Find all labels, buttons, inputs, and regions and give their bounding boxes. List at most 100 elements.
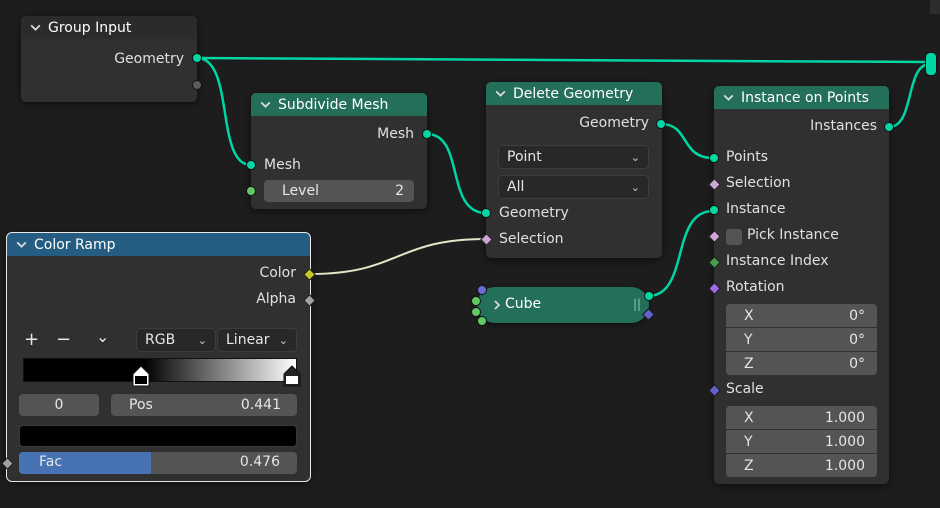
collapse-chevron-icon[interactable]: [494, 87, 507, 100]
socket-label-mesh-out: Mesh: [377, 126, 414, 142]
level-label: Level: [282, 183, 319, 199]
stop-index-value: 0: [54, 397, 64, 413]
level-input-socket[interactable]: [246, 186, 256, 196]
mode-select[interactable]: All ⌄: [498, 175, 649, 199]
points-input-socket[interactable]: [709, 153, 719, 163]
axis-label: Y: [744, 331, 753, 348]
stop-color-swatch[interactable]: [19, 425, 297, 447]
geometry-output-socket[interactable]: [192, 53, 202, 63]
instances-output-socket[interactable]: [884, 122, 894, 132]
subdivide-mesh-header[interactable]: Subdivide Mesh: [251, 93, 427, 116]
scale-y-field[interactable]: Y 1.000: [726, 430, 877, 453]
mesh-input-socket[interactable]: [246, 160, 256, 170]
chevron-down-icon: ⌄: [630, 180, 640, 194]
remove-stop-button[interactable]: −: [56, 329, 71, 350]
socket-label-selection: Selection: [726, 175, 791, 191]
rotation-vector-field[interactable]: X 0° Y 0° Z 0°: [726, 304, 877, 375]
color-mode-select[interactable]: RGB ⌄: [136, 328, 216, 352]
color-ramp-node[interactable]: Color Ramp Color Alpha + − ⌄ RGB ⌄ Linea…: [1, 232, 316, 482]
socket-label-instance: Instance: [726, 201, 786, 217]
chevron-down-icon: ⌄: [278, 333, 288, 347]
scale-x-field[interactable]: X 1.000: [726, 406, 877, 429]
collapse-chevron-icon[interactable]: [29, 21, 42, 34]
delete-geometry-node[interactable]: Delete Geometry Geometry Point ⌄ All ⌄ G…: [480, 82, 666, 258]
axis-value: 1.000: [824, 433, 865, 450]
expand-chevron-icon[interactable]: [491, 299, 503, 311]
cube-node-collapsed[interactable]: Cube ||: [477, 287, 649, 323]
group-output-stub[interactable]: [925, 52, 937, 76]
scale-vector-field[interactable]: X 1.000 Y 1.000 Z 1.000: [726, 406, 877, 477]
scale-z-field[interactable]: Z 1.000: [726, 454, 877, 477]
pick-instance-checkbox[interactable]: [726, 229, 742, 245]
group-output-node-edge: [930, 0, 940, 14]
instance-on-points-header[interactable]: Instance on Points: [714, 86, 889, 109]
link-group-geometry-to-subdivide: [196, 56, 252, 167]
chevron-down-icon: ⌄: [197, 333, 207, 347]
mode-value: All: [507, 179, 525, 195]
chevron-down-icon: ⌄: [630, 150, 640, 164]
socket-label-geometry: Geometry: [114, 51, 184, 67]
axis-label: Y: [744, 433, 753, 450]
collapse-chevron-icon[interactable]: [15, 238, 28, 251]
drag-handle-icon[interactable]: ||: [633, 297, 641, 311]
node-title: Instance on Points: [741, 89, 869, 106]
link-group-geometry-to-reroute: [196, 56, 931, 64]
socket-label-color: Color: [259, 265, 296, 281]
socket-label-alpha: Alpha: [256, 291, 296, 307]
mesh-output-socket[interactable]: [422, 129, 432, 139]
link-color-to-selection: [309, 238, 487, 275]
subdivide-mesh-node[interactable]: Subdivide Mesh Mesh Mesh Level 2: [246, 93, 432, 209]
ramp-menu-button[interactable]: ⌄: [96, 327, 109, 346]
socket-label-instance-index: Instance Index: [726, 253, 829, 269]
geometry-output-socket[interactable]: [656, 119, 666, 129]
instance-input-socket[interactable]: [709, 205, 719, 215]
add-stop-button[interactable]: +: [24, 329, 39, 350]
mesh-output-socket[interactable]: [644, 291, 654, 301]
group-input-header[interactable]: Group Input: [21, 16, 197, 39]
empty-output-socket[interactable]: [192, 80, 202, 90]
link-subdivide-to-delete: [426, 132, 487, 215]
color-ramp-header[interactable]: Color Ramp: [7, 233, 310, 256]
axis-label: X: [744, 409, 754, 426]
interpolation-select[interactable]: Linear ⌄: [217, 328, 297, 352]
interpolation-value: Linear: [226, 332, 270, 348]
fac-value: 0.476: [239, 454, 280, 470]
domain-select[interactable]: Point ⌄: [498, 145, 649, 169]
axis-value: 0°: [849, 355, 865, 372]
group-input-node[interactable]: Group Input Geometry: [21, 16, 202, 102]
node-title: Cube: [505, 296, 542, 312]
instance-on-points-node[interactable]: Instance on Points Instances Points Sele…: [708, 86, 894, 484]
link-delete-to-instance: [660, 122, 714, 160]
level-field[interactable]: Level 2: [264, 180, 414, 202]
rotation-z-field[interactable]: Z 0°: [726, 352, 877, 375]
color-ramp-gradient[interactable]: [23, 358, 297, 382]
stop-position-field[interactable]: Pos 0.441: [111, 394, 297, 416]
socket-label-mesh-in: Mesh: [264, 157, 301, 173]
domain-value: Point: [507, 149, 542, 165]
socket-label-selection: Selection: [499, 231, 564, 247]
geometry-input-socket[interactable]: [481, 208, 491, 218]
axis-value: 0°: [849, 331, 865, 348]
collapse-chevron-icon[interactable]: [259, 98, 272, 111]
vertices-z-input-socket[interactable]: [477, 316, 487, 326]
color-mode-value: RGB: [145, 332, 176, 348]
size-input-socket[interactable]: [477, 285, 487, 295]
ramp-stop-black[interactable]: [132, 365, 150, 389]
rotation-y-field[interactable]: Y 0°: [726, 328, 877, 351]
collapse-chevron-icon[interactable]: [722, 91, 735, 104]
fac-label: Fac: [39, 454, 63, 470]
fac-slider[interactable]: Fac 0.476: [19, 452, 297, 474]
node-title: Delete Geometry: [513, 85, 634, 102]
active-stop-index-field[interactable]: 0: [19, 394, 99, 416]
vertices-x-input-socket[interactable]: [471, 296, 481, 306]
ramp-stop-white[interactable]: [283, 365, 301, 389]
node-title: Color Ramp: [34, 236, 116, 253]
socket-label-scale: Scale: [726, 381, 764, 397]
pos-value: 0.441: [240, 397, 281, 413]
axis-value: 0°: [849, 307, 865, 324]
rotation-x-field[interactable]: X 0°: [726, 304, 877, 327]
socket-label-geometry-out: Geometry: [579, 115, 649, 131]
delete-geometry-header[interactable]: Delete Geometry: [486, 82, 662, 105]
socket-label-rotation: Rotation: [726, 279, 785, 295]
link-instances-to-reroute: [888, 62, 931, 129]
